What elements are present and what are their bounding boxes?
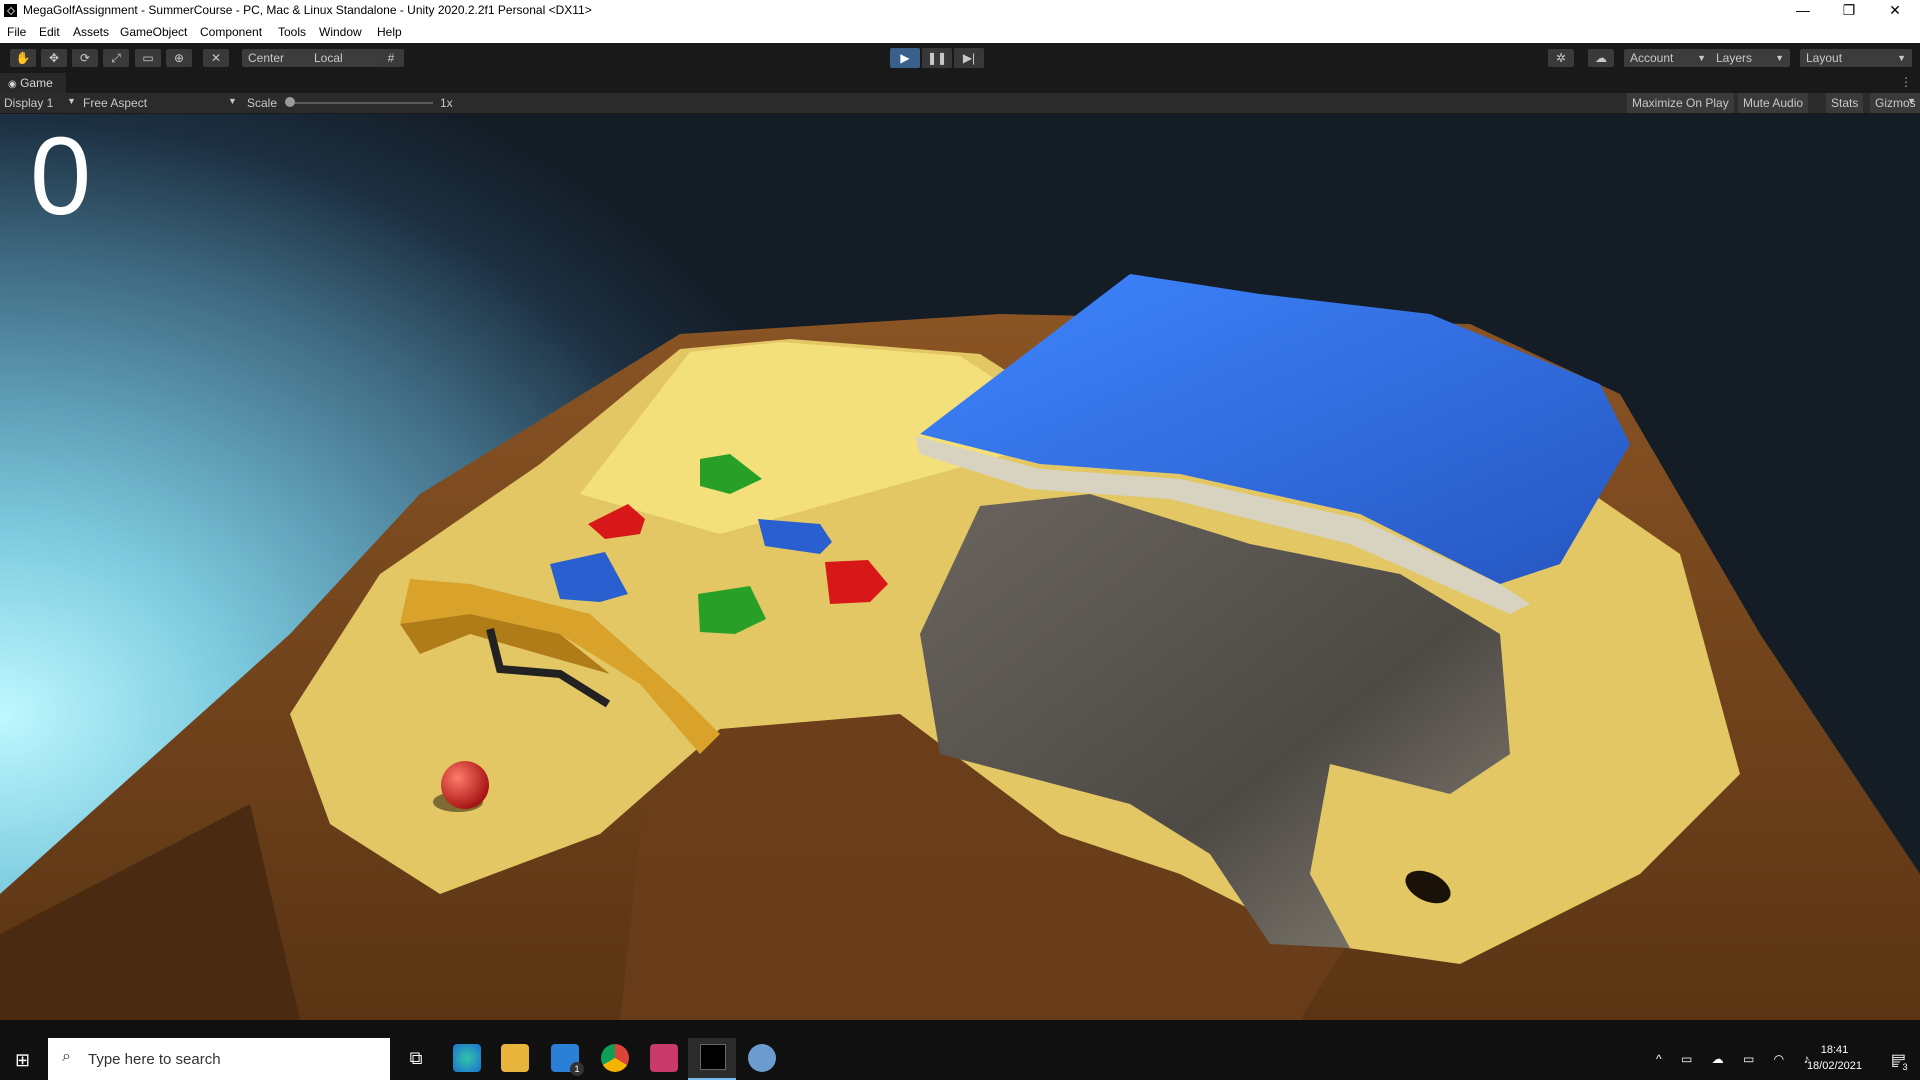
scale-slider-track[interactable] [288,102,433,104]
clock-time: 18:41 [1820,1044,1849,1056]
paint-app-icon[interactable] [748,1044,776,1072]
chevron-down-icon: ▼ [67,96,76,106]
hand-tool-icon[interactable]: ✋ [10,49,36,67]
game-view-controls: Display 1 ▼ Free Aspect ▼ Scale 1x Maxim… [0,93,1920,114]
chevron-down-icon: ▼ [228,96,237,106]
close-button[interactable]: ✕ [1872,0,1918,21]
menu-help[interactable]: Help [377,25,402,39]
maximize-on-play-toggle[interactable]: Maximize On Play [1627,93,1734,113]
grid-snap-icon[interactable]: # [378,49,404,67]
scale-value: 1x [440,96,453,110]
menu-component[interactable]: Component [200,25,262,39]
chevron-down-icon: ▼ [1697,53,1706,63]
menu-assets[interactable]: Assets [73,25,109,39]
layers-label: Layers [1716,51,1753,65]
play-button[interactable]: ▶ [890,48,920,68]
layout-label: Layout [1806,51,1843,65]
game-app-icon[interactable] [650,1044,678,1072]
custom-tool-icon[interactable]: ✕ [203,49,229,67]
game-viewport[interactable]: 0 [0,114,1920,1020]
kebab-menu-icon[interactable]: ⋮ [1900,75,1912,89]
tab-game[interactable]: ◉ Game [0,73,66,93]
aspect-dropdown[interactable]: Free Aspect [83,96,147,110]
display-dropdown[interactable]: Display 1 [4,96,53,110]
unity-logo-icon [4,4,17,17]
start-button[interactable]: ⊞ [0,1038,48,1080]
search-placeholder: Type here to search [88,1051,221,1068]
restore-button[interactable]: ❐ [1826,0,1872,21]
rotate-tool-icon[interactable]: ⟳ [72,49,98,67]
transform-tool-icon[interactable]: ⊕ [166,49,192,67]
space-toggle-button[interactable]: Local [308,49,380,67]
scale-tool-icon[interactable]: ⤢ [103,49,129,67]
menu-file[interactable]: File [7,25,26,39]
clock-date: 18/02/2021 [1806,1060,1862,1072]
mail-badge: 1 [570,1062,584,1076]
step-button[interactable]: ▶| [954,48,984,68]
task-view-icon[interactable]: ⧉ [402,1044,430,1072]
unity-icon [700,1044,726,1070]
windows-taskbar: ⊞ ⌕ Type here to search ⧉ 1 ^ ▭ ☁ ▭ ◠ ♪ … [0,1020,1920,1080]
score-counter: 0 [30,115,92,238]
mute-audio-toggle[interactable]: Mute Audio [1738,93,1809,113]
chrome-icon[interactable] [601,1044,629,1072]
notification-count: 3 [1898,1060,1912,1074]
menu-window[interactable]: Window [319,25,362,39]
minimize-button[interactable]: — [1780,0,1826,21]
layers-dropdown[interactable]: Layers ▼ [1710,49,1790,67]
unity-taskbar-active[interactable] [688,1038,736,1080]
chevron-down-icon: ▼ [1907,96,1916,106]
menu-edit[interactable]: Edit [39,25,60,39]
golf-ball[interactable] [441,761,489,809]
game-tab-strip: ◉ Game ⋮ [0,73,1920,93]
tab-game-label: Game [20,76,53,90]
rect-tool-icon[interactable]: ▭ [135,49,161,67]
pause-button[interactable]: ❚❚ [922,48,952,68]
window-title-bar[interactable]: MegaGolfAssignment - SummerCourse - PC, … [0,0,1920,21]
stats-toggle[interactable]: Stats [1826,93,1864,113]
menu-tools[interactable]: Tools [278,25,306,39]
scale-label: Scale [247,96,278,110]
account-label: Account [1630,51,1674,65]
gamepad-icon: ◉ [8,79,17,90]
system-tray-icons[interactable]: ^ ▭ ☁ ▭ ◠ ♪ [1656,1052,1817,1066]
move-tool-icon[interactable]: ✥ [41,49,67,67]
main-toolbar: ✋ ✥ ⟳ ⤢ ▭ ⊕ ✕ Center Local # ▶ ❚❚ ▶| ✲ ☁… [0,43,1920,73]
account-dropdown[interactable]: Account ▼ [1624,49,1712,67]
file-explorer-icon[interactable] [501,1044,529,1072]
taskbar-clock[interactable]: 18:41 18/02/2021 [1807,1042,1862,1074]
menu-bar: File Edit Assets GameObject Component To… [0,21,1920,44]
golf-scene [0,274,1920,1020]
pivot-toggle-button[interactable]: Center [242,49,314,67]
layout-dropdown[interactable]: Layout ▼ [1800,49,1912,67]
chevron-down-icon: ▼ [1775,53,1784,63]
taskbar-search-box[interactable]: ⌕ Type here to search [48,1038,390,1080]
pivot-label: Center [248,51,285,65]
windows-logo-icon: ⊞ [15,1050,31,1070]
collab-icon[interactable]: ✲ [1548,49,1574,67]
edge-browser-icon[interactable] [453,1044,481,1072]
chevron-down-icon: ▼ [1897,53,1906,63]
space-label: Local [314,51,343,65]
search-icon: ⌕ [62,1048,71,1065]
window-title: MegaGolfAssignment - SummerCourse - PC, … [23,3,592,17]
scale-slider-handle[interactable] [285,97,295,107]
menu-gameobject[interactable]: GameObject [120,25,187,39]
cloud-icon[interactable]: ☁ [1588,49,1614,67]
